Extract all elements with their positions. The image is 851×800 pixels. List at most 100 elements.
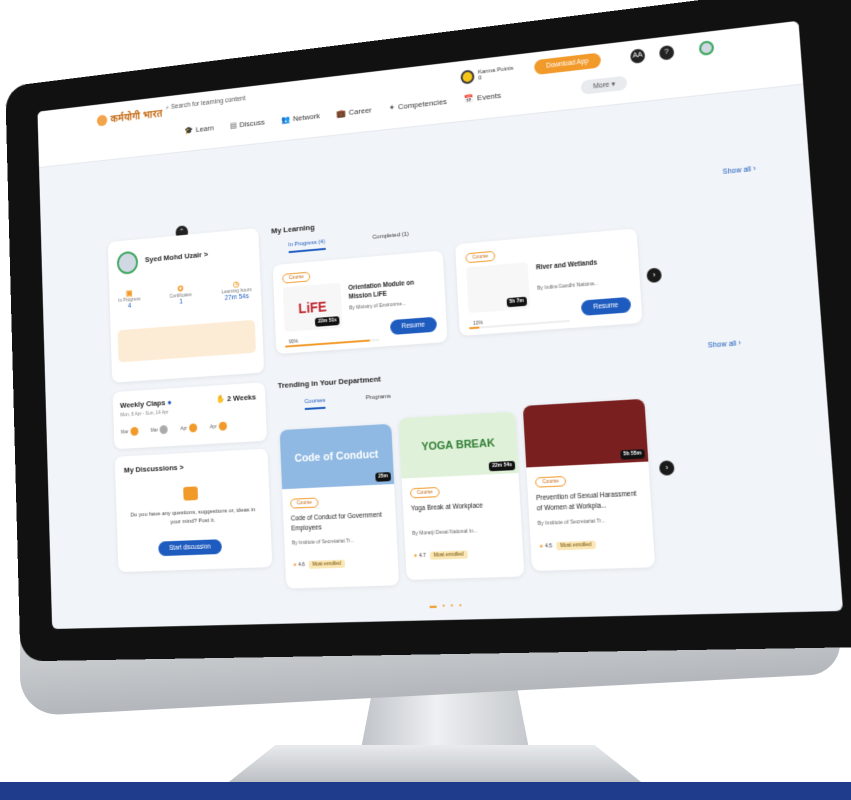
nav-discuss[interactable]: ▤ Discuss — [230, 118, 265, 130]
stat-in-progress[interactable]: ▣ In Progress 4 — [118, 288, 141, 311]
learning-card[interactable]: Course LiFE 22m 51s Orientation Module on… — [272, 250, 448, 355]
carousel-next-icon[interactable]: › — [658, 460, 675, 476]
most-enrolled-tag: Most enrolled — [429, 550, 468, 560]
user-avatar-icon[interactable] — [698, 40, 715, 57]
my-learning-show-all[interactable]: Show all › — [722, 166, 756, 176]
course-image: YOGA BREAK 22m 54s — [398, 411, 519, 479]
nav-career[interactable]: 💼 Career — [336, 106, 371, 119]
tab-completed[interactable]: Completed (1) — [372, 232, 409, 241]
nav-network[interactable]: 👥 Network — [281, 111, 320, 124]
course-provider: By Indira Gandhi Nationa... — [537, 280, 599, 292]
chevron-right-icon: › — [738, 340, 742, 348]
course-badge: Course — [290, 497, 319, 509]
week-label: Apr — [209, 423, 217, 431]
carousel-pager[interactable]: ▬ • • • — [429, 602, 463, 610]
course-badge: Course — [534, 475, 567, 488]
tab-courses[interactable]: Courses — [304, 397, 326, 411]
weekly-claps-dates: Mon, 8 Apr - Sun, 14 Apr — [120, 409, 169, 419]
duration-badge: 25m — [375, 472, 392, 482]
nav-learn-label: Learn — [195, 123, 215, 134]
course-badge: Course — [282, 271, 311, 284]
most-enrolled-tag: Most enrolled — [308, 559, 345, 569]
stat-certificates[interactable]: ✪ Certificates 1 — [169, 284, 192, 307]
course-provider: By Institute of Secretariat Tr... — [291, 538, 355, 547]
tab-in-progress[interactable]: In Progress (4) — [288, 239, 326, 254]
trending-show-all[interactable]: Show all › — [708, 340, 742, 350]
trending-course-card[interactable]: Code of Conduct 25m Course Code of Conduc… — [279, 423, 400, 589]
download-app-button[interactable]: Download App — [533, 52, 602, 76]
show-all-label: Show all — [707, 340, 737, 350]
nav-competencies[interactable]: ✦ Competencies — [388, 97, 447, 112]
profile-name-text: Syed Mohd Uzair — [144, 250, 202, 265]
nav-learn[interactable]: 🎓 Learn — [184, 123, 214, 135]
course-provider: By Morarji Desai National In... — [412, 528, 478, 537]
week-dot: Apr — [209, 421, 228, 432]
week-check-icon — [130, 426, 139, 436]
course-title: Code of Conduct for Government Employees — [290, 511, 383, 533]
course-provider: By Institute of Secretariat Tr... — [537, 518, 606, 528]
stat-learning-hours[interactable]: ◷ Learning hours 27m 54s — [221, 279, 252, 303]
course-image-text: Code of Conduct — [294, 448, 379, 465]
progress-bar — [285, 338, 380, 348]
course-badge: Course — [409, 486, 440, 499]
search-placeholder: Search for learning content — [170, 95, 246, 111]
weekly-claps-card: Weekly Claps ● Mon, 8 Apr - Sun, 14 Apr … — [112, 382, 268, 450]
my-discussions-title[interactable]: My Discussions > — [124, 463, 184, 475]
duration-badge: 22m 51s — [315, 316, 340, 327]
resume-button[interactable]: Resume — [580, 296, 632, 316]
my-discussions-card: My Discussions > Do you have any questio… — [114, 448, 273, 573]
learning-card[interactable]: Course 5h 7m River and Wetlands By Indir… — [455, 228, 643, 336]
duration-badge: 5h 7m — [506, 296, 528, 308]
rating-value: 4.5 — [544, 543, 553, 550]
monitor-stand-base — [225, 745, 645, 785]
resume-button[interactable]: Resume — [389, 316, 438, 336]
chevron-down-icon: ▾ — [611, 80, 616, 89]
my-discussions-title-text: My Discussions — [123, 463, 178, 475]
course-thumbnail: LiFE 22m 51s — [282, 282, 343, 333]
chevron-right-icon: › — [752, 165, 756, 174]
top-header: कर्मयोगी भारत ⌕ Search for learning cont… — [37, 20, 804, 168]
discuss-icon: ▤ — [229, 120, 237, 131]
course-image: 5h 55m — [522, 398, 649, 468]
star-icon: ★ — [538, 543, 544, 550]
trending-course-card[interactable]: YOGA BREAK 22m 54s Course Yoga Break at W… — [398, 411, 525, 580]
nav-events[interactable]: 📅 Events — [464, 91, 501, 104]
monitor-bezel: कर्मयोगी भारत ⌕ Search for learning cont… — [5, 0, 851, 662]
week-check-icon — [188, 423, 198, 433]
help-icon[interactable]: ? — [658, 44, 675, 61]
karma-points[interactable]: Karma Points 0 — [460, 65, 514, 85]
profile-name[interactable]: Syed Mohd Uzair > — [145, 250, 208, 264]
duration-badge: 22m 54s — [488, 460, 516, 472]
trending-course-card[interactable]: 5h 55m Course Prevention of Sexual Haras… — [522, 398, 656, 571]
discussions-prompt: Do you have any questions, suggestions o… — [130, 507, 256, 526]
search-input[interactable]: ⌕ Search for learning content — [166, 95, 246, 112]
course-thumbnail: 5h 7m — [466, 262, 531, 314]
tab-programs[interactable]: Programs — [366, 394, 391, 402]
logo-text: कर्मयोगी भारत — [110, 107, 163, 126]
course-rating: ★ 4.6 Most enrolled — [293, 559, 345, 569]
most-enrolled-tag: Most enrolled — [555, 540, 596, 551]
start-discussion-button[interactable]: Start discussion — [158, 539, 222, 557]
course-title: Yoga Break at Workplace — [410, 502, 484, 513]
duration-badge: 5h 55m — [619, 449, 645, 460]
course-rating: ★ 4.5 Most enrolled — [538, 540, 596, 551]
star-icon: ★ — [413, 553, 418, 560]
course-badge: Course — [465, 250, 496, 264]
career-icon: 💼 — [336, 108, 347, 119]
course-title: Orientation Module on Mission LiFE — [348, 279, 415, 301]
carousel-next-icon[interactable]: › — [646, 267, 662, 284]
more-dropdown[interactable]: More ▾ — [580, 75, 628, 95]
course-title: River and Wetlands — [535, 259, 598, 272]
chat-icon — [183, 486, 199, 501]
app-screen: कर्मयोगी भारत ⌕ Search for learning cont… — [37, 20, 844, 630]
week-check-icon — [159, 425, 169, 435]
bottom-band — [0, 782, 851, 800]
info-icon[interactable]: ● — [167, 398, 172, 407]
avatar[interactable] — [116, 250, 139, 275]
clap-icon: ✋ — [215, 394, 226, 404]
font-size-icon[interactable]: AA — [630, 48, 646, 64]
weekly-claps-title: Weekly Claps ● — [120, 398, 172, 410]
network-icon: 👥 — [280, 114, 291, 125]
week-label: Mar — [120, 429, 129, 436]
app-logo[interactable]: कर्मयोगी भारत — [96, 106, 163, 127]
